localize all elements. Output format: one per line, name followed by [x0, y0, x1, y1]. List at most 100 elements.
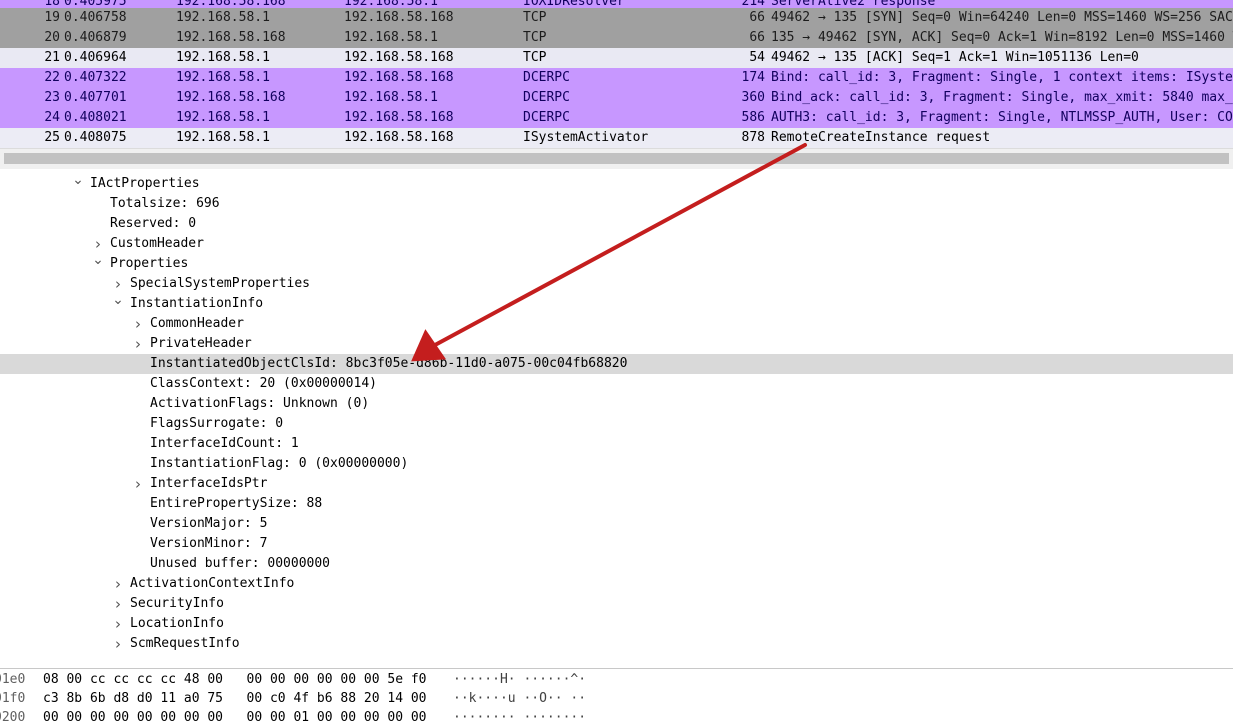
packet-proto-cell: DCERPC — [523, 90, 570, 105]
packet-list-pane: 18 0.405975 192.168.58.168 192.168.58.1 IOXI… — [0, 0, 1233, 148]
packet-src-cell: 192.168.58.1 — [176, 10, 270, 25]
tree-item[interactable]: › CustomHeader — [0, 234, 1233, 254]
packet-proto-cell: DCERPC — [523, 110, 570, 125]
packet-proto-cell: TCP — [523, 10, 547, 25]
tree-item-label: FlagsSurrogate: 0 — [150, 416, 284, 431]
packet-row[interactable]: 23 0.407701 192.168.58.168 192.168.58.1 DCER… — [0, 88, 1233, 108]
hex-ascii: ··k····u ··O·· ·· — [453, 691, 587, 706]
tree-item-label: LocationInfo — [130, 616, 224, 631]
packet-len-cell: 174 — [741, 70, 765, 85]
packet-time-cell: 0.406964 — [64, 50, 127, 65]
packet-row[interactable]: 25 0.408075 192.168.58.1 192.168.58.168 ISys… — [0, 128, 1233, 148]
tree-item[interactable]: Totalsize: 696 — [0, 194, 1233, 214]
tree-item[interactable]: EntirePropertySize: 88 — [0, 494, 1233, 514]
tree-item-label: SpecialSystemProperties — [130, 276, 311, 291]
tree-item-label: SecurityInfo — [130, 596, 224, 611]
packet-info-cell: RemoteCreateInstance request — [771, 130, 991, 145]
hex-bytes: c3 8b 6b d8 d0 11 a0 75 00 c0 4f b6 88 2… — [43, 691, 427, 706]
tree-item[interactable]: VersionMinor: 7 — [0, 534, 1233, 554]
tree-item-label: ActivationFlags: Unknown (0) — [150, 396, 370, 411]
tree-item[interactable]: VersionMajor: 5 — [0, 514, 1233, 534]
tree-item[interactable]: › SecurityInfo — [0, 594, 1233, 614]
hex-row[interactable]: 01f0 c3 8b 6b d8 d0 11 a0 75 00 c0 4f b6 … — [0, 689, 1233, 709]
packet-no-cell: 20 — [44, 30, 60, 45]
collapsed-chevron-icon[interactable]: › — [112, 634, 124, 654]
hex-bytes: 00 00 00 00 00 00 00 00 00 00 01 00 00 0… — [43, 710, 427, 725]
hex-bytes: 08 00 cc cc cc cc 48 00 00 00 00 00 00 0… — [43, 672, 427, 687]
packet-no-cell: 22 — [44, 70, 60, 85]
packet-dst-cell: 192.168.58.168 — [344, 110, 454, 125]
tree-item-label: CommonHeader — [150, 316, 244, 331]
expanded-chevron-icon[interactable]: ⌄ — [72, 171, 84, 190]
tree-item[interactable]: › CommonHeader — [0, 314, 1233, 334]
scrollbar-thumb[interactable] — [4, 153, 1229, 164]
packet-no-cell: 23 — [44, 90, 60, 105]
tree-item[interactable]: InterfaceIdCount: 1 — [0, 434, 1233, 454]
hex-row[interactable]: 0200 00 00 00 00 00 00 00 00 00 00 01 00 … — [0, 708, 1233, 725]
packet-row[interactable]: 24 0.408021 192.168.58.1 192.168.58.168 DCER… — [0, 108, 1233, 128]
packet-row[interactable]: 22 0.407322 192.168.58.1 192.168.58.168 DCER… — [0, 68, 1233, 88]
tree-item[interactable]: ⌄ IActProperties — [0, 171, 1233, 194]
tree-item[interactable]: InstantiatedObjectClsId: 8bc3f05e-d86b-1… — [0, 354, 1233, 374]
tree-item[interactable]: › ScmRequestInfo — [0, 634, 1233, 654]
tree-item-label: ActivationContextInfo — [130, 576, 295, 591]
horizontal-scrollbar[interactable] — [0, 148, 1233, 169]
packet-info-cell: 49462 → 135 [ACK] Seq=1 Ack=1 Win=105113… — [771, 50, 1139, 65]
tree-item[interactable]: ActivationFlags: Unknown (0) — [0, 394, 1233, 414]
tree-item[interactable]: › InterfaceIdsPtr — [0, 474, 1233, 494]
collapsed-chevron-icon[interactable]: › — [132, 474, 144, 494]
collapsed-chevron-icon[interactable]: › — [132, 334, 144, 354]
packet-src-cell: 192.168.58.168 — [176, 90, 286, 105]
tree-item[interactable]: Unused buffer: 00000000 — [0, 554, 1233, 574]
tree-item[interactable]: ⌄ Properties — [0, 252, 1233, 274]
expanded-chevron-icon[interactable]: ⌄ — [112, 290, 124, 310]
expanded-chevron-icon[interactable]: ⌄ — [92, 250, 104, 270]
packet-row[interactable]: 19 0.406758 192.168.58.1 192.168.58.168 TCP 6… — [0, 8, 1233, 28]
packet-dst-cell: 192.168.58.1 — [344, 30, 438, 45]
packet-time-cell: 0.408021 — [64, 110, 127, 125]
packet-details-pane: ⌄ IActProperties Totalsize: 696 Reserved: 0… — [0, 171, 1233, 668]
tree-item-label: EntirePropertySize: 88 — [150, 496, 323, 511]
packet-src-cell: 192.168.58.1 — [176, 130, 270, 145]
hex-ascii: ······H· ······^· — [453, 672, 587, 687]
packet-info-cell: 49462 → 135 [SYN] Seq=0 Win=64240 Len=0 … — [771, 10, 1233, 25]
packet-len-cell: 878 — [741, 130, 765, 145]
packet-no-cell: 21 — [44, 50, 60, 65]
tree-item[interactable]: ClassContext: 20 (0x00000014) — [0, 374, 1233, 394]
tree-item[interactable]: › LocationInfo — [0, 614, 1233, 634]
collapsed-chevron-icon[interactable]: › — [112, 594, 124, 614]
tree-item-label: InstantiationInfo — [130, 296, 264, 311]
tree-item[interactable]: Reserved: 0 — [0, 214, 1233, 234]
tree-item-label: InterfaceIdsPtr — [150, 476, 268, 491]
packet-src-cell: 192.168.58.1 — [176, 50, 270, 65]
collapsed-chevron-icon[interactable]: › — [112, 574, 124, 594]
packet-row[interactable]: 21 0.406964 192.168.58.1 192.168.58.168 TCP 5… — [0, 48, 1233, 68]
tree-item[interactable]: › SpecialSystemProperties — [0, 274, 1233, 294]
tree-item[interactable]: › ActivationContextInfo — [0, 574, 1233, 594]
tree-item[interactable]: FlagsSurrogate: 0 — [0, 414, 1233, 434]
tree-item-label: VersionMajor: 5 — [150, 516, 268, 531]
hex-offset: 01f0 — [0, 691, 26, 706]
tree-item-label: ClassContext: 20 (0x00000014) — [150, 376, 377, 391]
hex-row[interactable]: 01e0 08 00 cc cc cc cc 48 00 00 00 00 00 … — [0, 670, 1233, 690]
collapsed-chevron-icon[interactable]: › — [132, 314, 144, 334]
packet-dst-cell: 192.168.58.168 — [344, 50, 454, 65]
tree-item[interactable]: ⌄ InstantiationInfo — [0, 292, 1233, 314]
packet-no-cell: 25 — [44, 130, 60, 145]
packet-row[interactable]: 20 0.406879 192.168.58.168 192.168.58.1 TCP 6… — [0, 28, 1233, 48]
tree-item-label: Properties — [110, 256, 189, 271]
packet-src-cell: 192.168.58.1 — [176, 110, 270, 125]
hex-ascii: ········ ········ — [453, 710, 587, 725]
tree-item-label: CustomHeader — [110, 236, 204, 251]
packet-time-cell: 0.406879 — [64, 30, 127, 45]
packet-info-cell: AUTH3: call_id: 3, Fragment: Single, NTL… — [771, 110, 1233, 125]
tree-item[interactable]: › PrivateHeader — [0, 334, 1233, 354]
collapsed-chevron-icon[interactable]: › — [112, 614, 124, 634]
tree-item[interactable]: InstantiationFlag: 0 (0x00000000) — [0, 454, 1233, 474]
packet-time-cell: 0.406758 — [64, 10, 127, 25]
hex-offset: 0200 — [0, 710, 26, 725]
packet-dst-cell: 192.168.58.168 — [344, 130, 454, 145]
tree-item-label: InterfaceIdCount: 1 — [150, 436, 299, 451]
tree-item-label: Unused buffer: 00000000 — [150, 556, 331, 571]
packet-proto-cell: DCERPC — [523, 70, 570, 85]
